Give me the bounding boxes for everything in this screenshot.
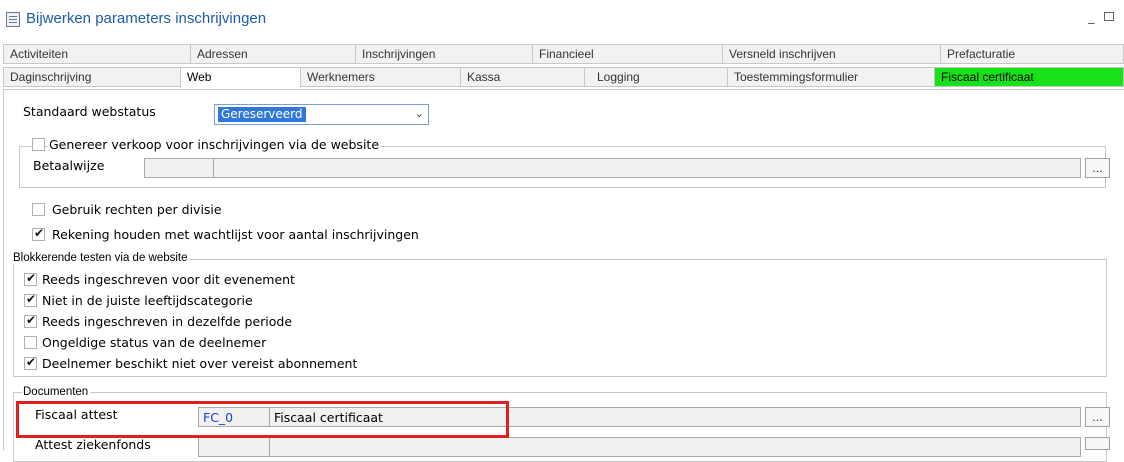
documents-group-title: Documenten <box>22 386 91 398</box>
payment-browse-button[interactable]: ... <box>1085 158 1110 178</box>
blocking-check-2[interactable] <box>24 313 37 328</box>
tab-kassa[interactable]: Kassa <box>460 67 584 87</box>
sales-group-label: Genereer verkoop voor inschrijvingen via… <box>48 137 382 152</box>
highlight-annotation <box>16 401 509 438</box>
tab-versneld-inschrijven[interactable]: Versneld inschrijven <box>722 44 940 64</box>
window-icon <box>6 12 20 27</box>
tab-toestemmingsformulier[interactable]: Toestemmingsformulier <box>727 67 934 87</box>
window-title: Bijwerken parameters inschrijvingen <box>26 10 267 27</box>
health-code-field[interactable] <box>198 437 270 457</box>
division-rights-label: Gebruik rechten per divisie <box>52 202 222 217</box>
blocking-label-0: Reeds ingeschreven voor dit evenement <box>42 272 295 287</box>
sales-checkbox[interactable] <box>32 138 45 151</box>
blocking-check-3[interactable] <box>24 336 37 349</box>
blocking-check-4[interactable] <box>24 355 37 370</box>
status-label: Standaard webstatus <box>23 104 156 119</box>
tab-inschrijvingen[interactable]: Inschrijvingen <box>355 44 532 64</box>
blocking-group-title: Blokkerende testen via de website <box>12 252 190 264</box>
blocking-label-1: Niet in de juiste leeftijdscategorie <box>42 293 253 308</box>
tab-prefacturatie[interactable]: Prefacturatie <box>940 44 1124 64</box>
tab-adressen[interactable]: Adressen <box>190 44 355 64</box>
division-rights-checkbox[interactable] <box>32 203 45 216</box>
waitlist-label: Rekening houden met wachtlijst voor aant… <box>52 227 419 242</box>
waitlist-checkbox[interactable] <box>32 226 45 241</box>
health-description-field[interactable] <box>269 437 1081 457</box>
maximize-icon[interactable] <box>1104 12 1114 21</box>
blocking-label-4: Deelnemer beschikt niet over vereist abo… <box>42 356 358 371</box>
blocking-check-0[interactable] <box>24 271 37 286</box>
chevron-down-icon[interactable]: ⌄ <box>415 107 424 120</box>
tab-logging[interactable]: Logging <box>584 67 727 87</box>
payment-code-field[interactable] <box>144 158 214 178</box>
fiscal-browse-button[interactable]: ... <box>1085 407 1110 427</box>
tab-daginschrijving[interactable]: Daginschrijving <box>3 67 180 87</box>
tab-werknemers[interactable]: Werknemers <box>300 67 460 87</box>
status-select[interactable]: Gereserveerd ⌄ <box>214 104 429 125</box>
tab-financieel[interactable]: Financieel <box>532 44 722 64</box>
payment-label: Betaalwijze <box>33 158 105 173</box>
blocking-check-1[interactable] <box>24 292 37 307</box>
title-bar: Bijwerken parameters inschrijvingen _ <box>0 0 1124 40</box>
payment-description-field[interactable] <box>213 158 1081 178</box>
tab-activiteiten[interactable]: Activiteiten <box>3 44 190 64</box>
minimize-icon[interactable]: _ <box>1088 10 1095 25</box>
tab-fiscaal-certificaat[interactable]: Fiscaal certificaat <box>934 67 1124 87</box>
blocking-label-2: Reeds ingeschreven in dezelfde periode <box>42 314 293 329</box>
status-select-value: Gereserveerd <box>218 107 306 122</box>
tab-web[interactable]: Web <box>180 67 300 88</box>
blocking-label-3: Ongeldige status van de deelnemer <box>42 335 267 350</box>
health-browse-button[interactable] <box>1085 437 1110 450</box>
